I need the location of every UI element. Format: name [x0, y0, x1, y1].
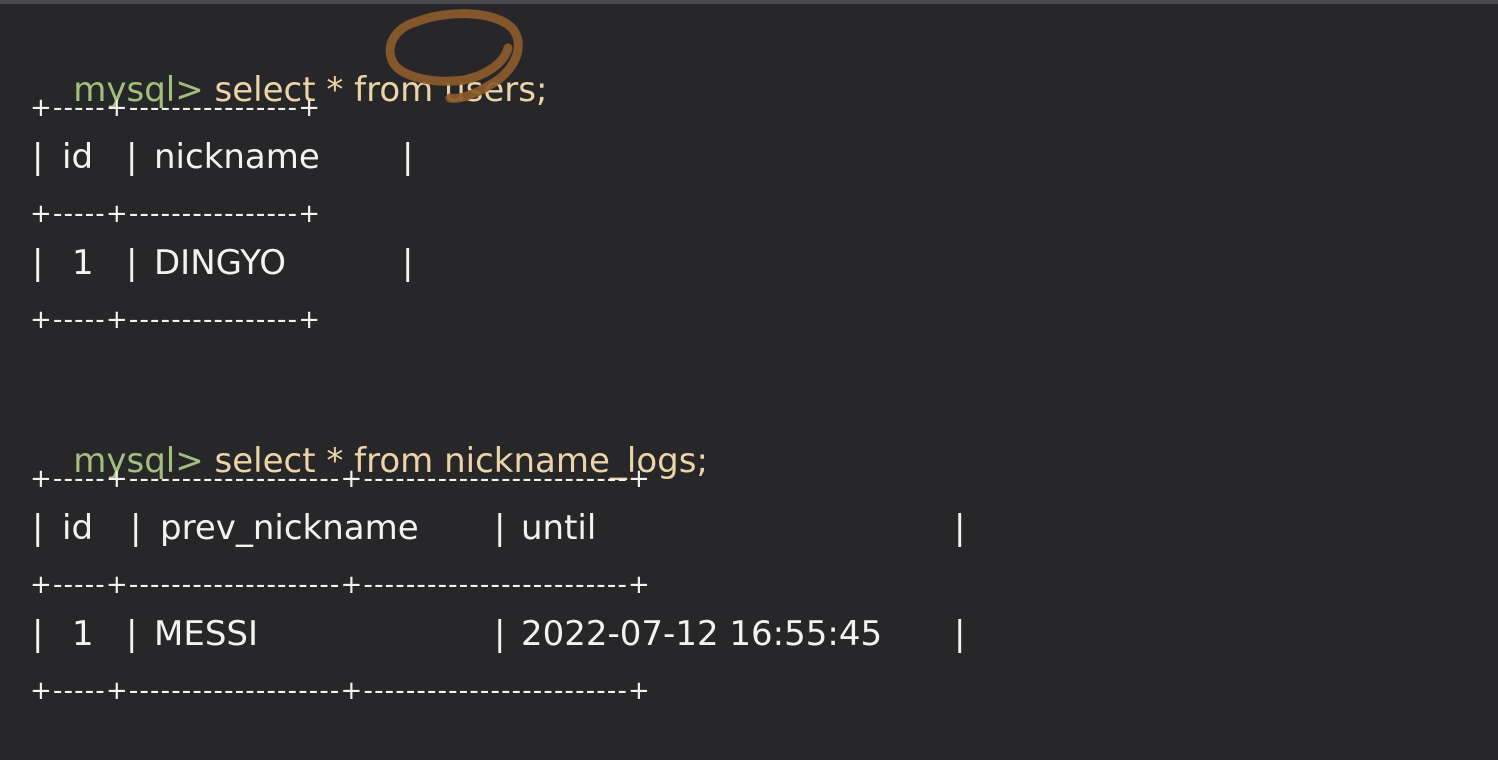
table-pipe: | [954, 508, 966, 548]
table-border: +-----+--------------------+------------… [30, 464, 652, 494]
table-pipe: | [126, 243, 138, 283]
table-border: +-----+----------------+ [30, 199, 322, 229]
table-pipe: | [494, 508, 506, 548]
table-pipe: | [494, 614, 506, 654]
table-header-cell: nickname [154, 137, 320, 177]
table-cell: 1 [72, 614, 94, 654]
table-cell: DINGYO [154, 243, 286, 283]
table-pipe: | [126, 614, 138, 654]
table-border: +-----+----------------+ [30, 305, 322, 335]
table-border: +-----+----------------+ [30, 93, 322, 123]
table-pipe: | [32, 243, 44, 283]
table-pipe: | [402, 137, 414, 177]
table-pipe: | [954, 614, 966, 654]
terminal-output[interactable]: mysql> select * from users; +-----+-----… [0, 0, 1498, 760]
table-pipe: | [32, 614, 44, 654]
table-border: +-----+--------------------+------------… [30, 676, 652, 706]
table-pipe: | [32, 508, 44, 548]
table-pipe: | [126, 137, 138, 177]
table-header-cell: id [62, 137, 94, 177]
table-cell: MESSI [154, 614, 259, 654]
table-pipe: | [402, 243, 414, 283]
table-border: +-----+--------------------+------------… [30, 570, 652, 600]
table-pipe: | [32, 137, 44, 177]
table-cell: 1 [72, 243, 94, 283]
table-header-cell: prev_nickname [160, 508, 419, 548]
table-pipe: | [130, 508, 142, 548]
table-cell: 2022-07-12 16:55:45 [521, 614, 883, 654]
table-header-cell: until [521, 508, 597, 548]
circle-highlight-annotation-icon [385, 9, 523, 103]
table-header-cell: id [62, 508, 94, 548]
